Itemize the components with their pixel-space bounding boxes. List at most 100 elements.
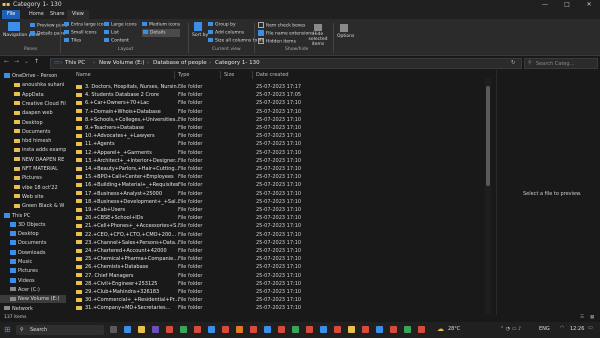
app-icon[interactable]: [292, 326, 299, 333]
file-name[interactable]: 10.+Advocates+_+Lawyers: [76, 132, 155, 140]
add-columns-button[interactable]: Add columns: [208, 30, 244, 36]
tab-view[interactable]: View: [67, 10, 89, 19]
file-name[interactable]: 4. Students Database 2 Crore: [76, 91, 159, 99]
hide-selected-items-button[interactable]: Hide selected items: [305, 24, 331, 47]
file-list[interactable]: Name Type Size Date created 3. Doctors, …: [70, 70, 495, 315]
file-name[interactable]: 21.+Cell+Phones+_+Accessories+S...: [76, 222, 181, 230]
table-row[interactable]: 4. Students Database 2 Crore File folder 2…: [70, 91, 480, 99]
file-name[interactable]: 8.+Schools,+Colleges,+Universities...: [76, 116, 180, 124]
file-name[interactable]: 18.+Business+Development+_+Sal...: [76, 198, 180, 206]
table-row[interactable]: 16.+Building+Material+_+Requisites File f…: [70, 181, 480, 189]
language-indicator[interactable]: ENG: [539, 326, 550, 332]
table-row[interactable]: 9.+Teachers+Database File folder 25-07-202…: [70, 124, 480, 132]
nav-item[interactable]: Creative Cloud Fil: [0, 100, 66, 108]
nav-item[interactable]: New Volume (E:): [0, 295, 66, 304]
file-name[interactable]: 17.+Business+Analyst+25000: [76, 190, 162, 198]
file-name[interactable]: 11.+Agents: [76, 140, 115, 148]
tab-share[interactable]: Share: [45, 10, 69, 19]
file-name[interactable]: 15.+BPO+Call+Center+Employees: [76, 173, 174, 181]
layout-extra-large-icons[interactable]: Extra large icons: [64, 22, 109, 28]
column-header-size[interactable]: Size: [224, 72, 234, 78]
nav-item[interactable]: hbd himesh: [0, 137, 66, 145]
app-icon[interactable]: [348, 326, 355, 333]
refresh-icon[interactable]: ↻: [511, 60, 516, 66]
nav-item[interactable]: Acer (C:): [0, 286, 66, 294]
table-row[interactable]: 14.+Beauty+Parlors,+Hair+Cutting... File …: [70, 165, 480, 173]
maximize-button[interactable]: □: [556, 0, 578, 10]
hidden-items-toggle[interactable]: Hidden items: [258, 38, 296, 45]
file-name[interactable]: 9.+Teachers+Database: [76, 124, 144, 132]
nav-item[interactable]: vibe 18 oct'22: [0, 184, 66, 192]
weather-icon[interactable]: ☁: [437, 325, 444, 333]
file-name[interactable]: 6.+Car+Owners+70+Lac: [76, 99, 149, 107]
table-row[interactable]: 21.+Cell+Phones+_+Accessories+S... File f…: [70, 222, 480, 230]
layout-medium-icons[interactable]: Medium icons: [142, 22, 180, 28]
nav-item[interactable]: Downloads: [0, 249, 66, 257]
wifi-icon[interactable]: ◠: [560, 325, 564, 331]
minimize-button[interactable]: —: [534, 0, 556, 10]
nav-item[interactable]: NFT MATERIAL: [0, 165, 66, 173]
recent-chevron-icon[interactable]: ⌄: [24, 58, 29, 65]
table-row[interactable]: 19.+Cab+Users File folder 25-07-2023 17:10: [70, 206, 480, 214]
layout-details[interactable]: Details: [142, 29, 180, 37]
table-row[interactable]: 23.+Channel+Sales+Persons+Data... File fo…: [70, 239, 480, 247]
nav-item[interactable]: OneDrive - Person: [0, 72, 66, 80]
table-row[interactable]: 25.+Chemical+Pharma+Companie... File fold…: [70, 255, 480, 263]
file-name[interactable]: 23.+Channel+Sales+Persons+Data...: [76, 239, 180, 247]
file-name[interactable]: 30.+Commercial+_+Residential+Pr...: [76, 296, 179, 304]
app-icon[interactable]: [208, 326, 215, 333]
file-name[interactable]: 28.+Civil+Engineer+253125: [76, 280, 158, 288]
app-icon[interactable]: [236, 326, 243, 333]
tab-file[interactable]: File: [2, 10, 21, 19]
file-name[interactable]: 14.+Beauty+Parlors,+Hair+Cutting...: [76, 165, 179, 173]
column-header-date-created[interactable]: Date created: [256, 72, 289, 78]
nav-item[interactable]: 3D Objects: [0, 221, 66, 229]
app-icon[interactable]: [306, 326, 313, 333]
breadcrumb-database[interactable]: Database of people: [153, 60, 207, 66]
file-name[interactable]: 20.+CBSE+School+IDs: [76, 214, 143, 222]
nav-item[interactable]: Desktop: [0, 230, 66, 238]
layout-tiles[interactable]: Tiles: [64, 38, 81, 44]
table-row[interactable]: 8.+Schools,+Colleges,+Universities... Fil…: [70, 116, 480, 124]
nav-item[interactable]: AppData: [0, 91, 66, 99]
app-icon[interactable]: [334, 326, 341, 333]
nav-item[interactable]: Music: [0, 258, 66, 266]
file-name[interactable]: 24.+Chartered+Account+42000: [76, 247, 167, 255]
app-icon[interactable]: [376, 326, 383, 333]
file-name[interactable]: 3. Doctors, Hospitals, Nurses, Nursin...: [76, 83, 181, 91]
app-icon[interactable]: [278, 326, 285, 333]
table-row[interactable]: 24.+Chartered+Account+42000 File folder 25…: [70, 247, 480, 255]
file-name[interactable]: 29.+Club+Mahindra+326183: [76, 288, 159, 296]
app-icon[interactable]: [390, 326, 397, 333]
taskbar-search-box[interactable]: ⚲ Search: [16, 325, 104, 335]
app-icon[interactable]: [222, 326, 229, 333]
layout-small-icons[interactable]: Small icons: [64, 30, 97, 36]
nav-item[interactable]: Documents: [0, 239, 66, 247]
back-arrow-icon[interactable]: ←: [4, 58, 9, 65]
file-name[interactable]: 12.+Apparel+_+Garments: [76, 149, 152, 157]
forward-arrow-icon[interactable]: →: [14, 58, 19, 65]
close-button[interactable]: ✕: [578, 0, 600, 10]
layout-large-icons[interactable]: Large icons: [104, 22, 137, 28]
table-row[interactable]: 27. Chief Managers File folder 25-07-2023 …: [70, 272, 480, 280]
nav-item[interactable]: Desktop: [0, 119, 66, 127]
file-explorer-icon[interactable]: [138, 326, 145, 333]
navigation-pane[interactable]: OneDrive - Person anoushka suhani AppData C…: [0, 70, 66, 315]
up-arrow-icon[interactable]: ↑: [34, 58, 39, 65]
layout-list[interactable]: List: [104, 30, 119, 36]
table-row[interactable]: 20.+CBSE+School+IDs File folder 25-07-2023…: [70, 214, 480, 222]
file-name[interactable]: 25.+Chemical+Pharma+Companie...: [76, 255, 178, 263]
nav-item[interactable]: anoushka suhani: [0, 81, 66, 89]
breadcrumb-category[interactable]: Category 1- 130: [215, 60, 260, 66]
app-icon[interactable]: [194, 326, 201, 333]
file-name[interactable]: 27. Chief Managers: [76, 272, 134, 280]
group-by-button[interactable]: Group by: [208, 22, 236, 28]
quick-access-icons[interactable]: ▪▪: [2, 1, 10, 8]
edge-icon[interactable]: [124, 326, 131, 333]
table-row[interactable]: 28.+Civil+Engineer+253125 File folder 25-0…: [70, 280, 480, 288]
table-row[interactable]: 13.+Architect+_+Interior+Designer... File…: [70, 157, 480, 165]
app-icon[interactable]: [264, 326, 271, 333]
item-check-boxes-toggle[interactable]: Item check boxes: [258, 22, 305, 29]
options-button[interactable]: Options: [337, 24, 354, 39]
table-row[interactable]: 17.+Business+Analyst+25000 File folder 25-…: [70, 190, 480, 198]
